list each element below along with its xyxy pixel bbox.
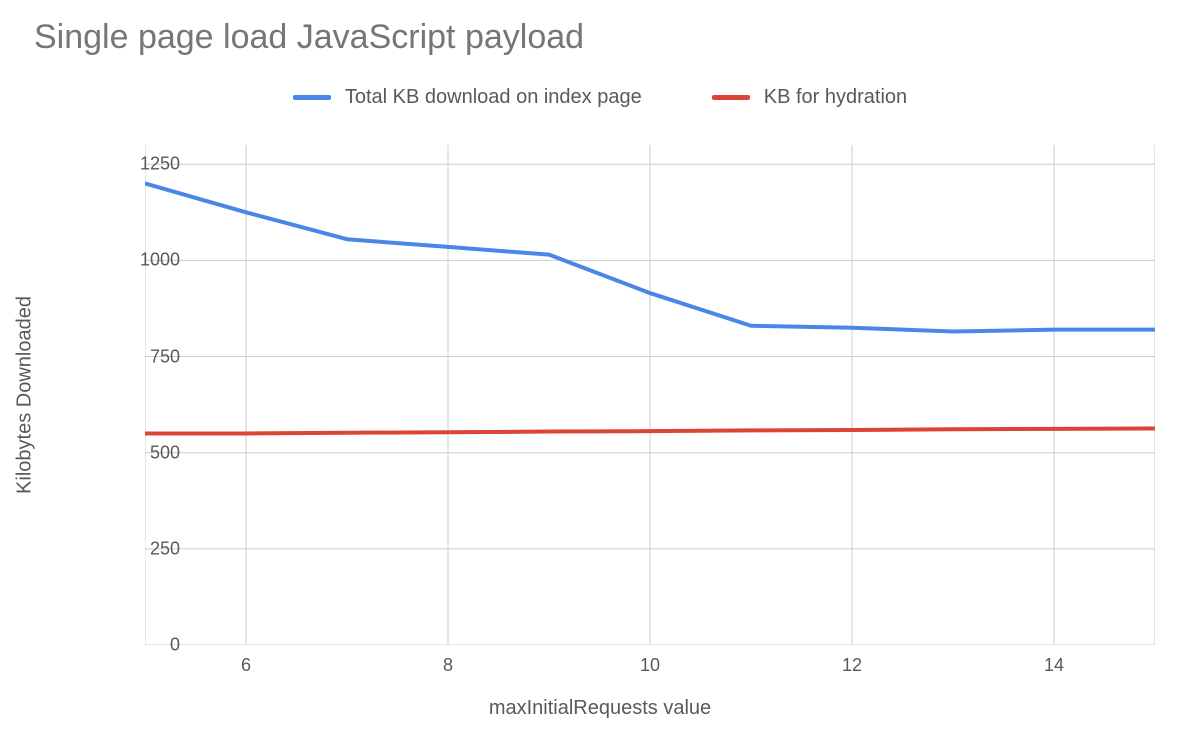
series-line [145, 428, 1155, 433]
legend-item-hydration: KB for hydration [712, 86, 907, 109]
y-tick-label: 250 [120, 538, 180, 559]
x-tick-label: 6 [241, 655, 251, 676]
x-tick-label: 8 [443, 655, 453, 676]
legend-item-total: Total KB download on index page [293, 86, 642, 109]
legend-label-hydration: KB for hydration [764, 86, 907, 109]
chart-svg [145, 145, 1155, 645]
plot-area [145, 145, 1155, 645]
legend-swatch-total [293, 95, 331, 100]
x-tick-label: 14 [1044, 655, 1064, 676]
y-tick-label: 1000 [120, 250, 180, 271]
legend-swatch-hydration [712, 95, 750, 100]
chart-legend: Total KB download on index page KB for h… [0, 86, 1200, 109]
x-axis-label: maxInitialRequests value [0, 697, 1200, 720]
x-tick-label: 12 [842, 655, 862, 676]
y-tick-label: 500 [120, 442, 180, 463]
chart-container: Single page load JavaScript payload Tota… [0, 0, 1200, 742]
y-tick-label: 0 [120, 635, 180, 656]
x-tick-label: 10 [640, 655, 660, 676]
chart-title: Single page load JavaScript payload [34, 18, 584, 57]
y-tick-label: 750 [120, 346, 180, 367]
legend-label-total: Total KB download on index page [345, 86, 642, 109]
y-axis-label: Kilobytes Downloaded [14, 296, 37, 494]
y-tick-label: 1250 [120, 154, 180, 175]
